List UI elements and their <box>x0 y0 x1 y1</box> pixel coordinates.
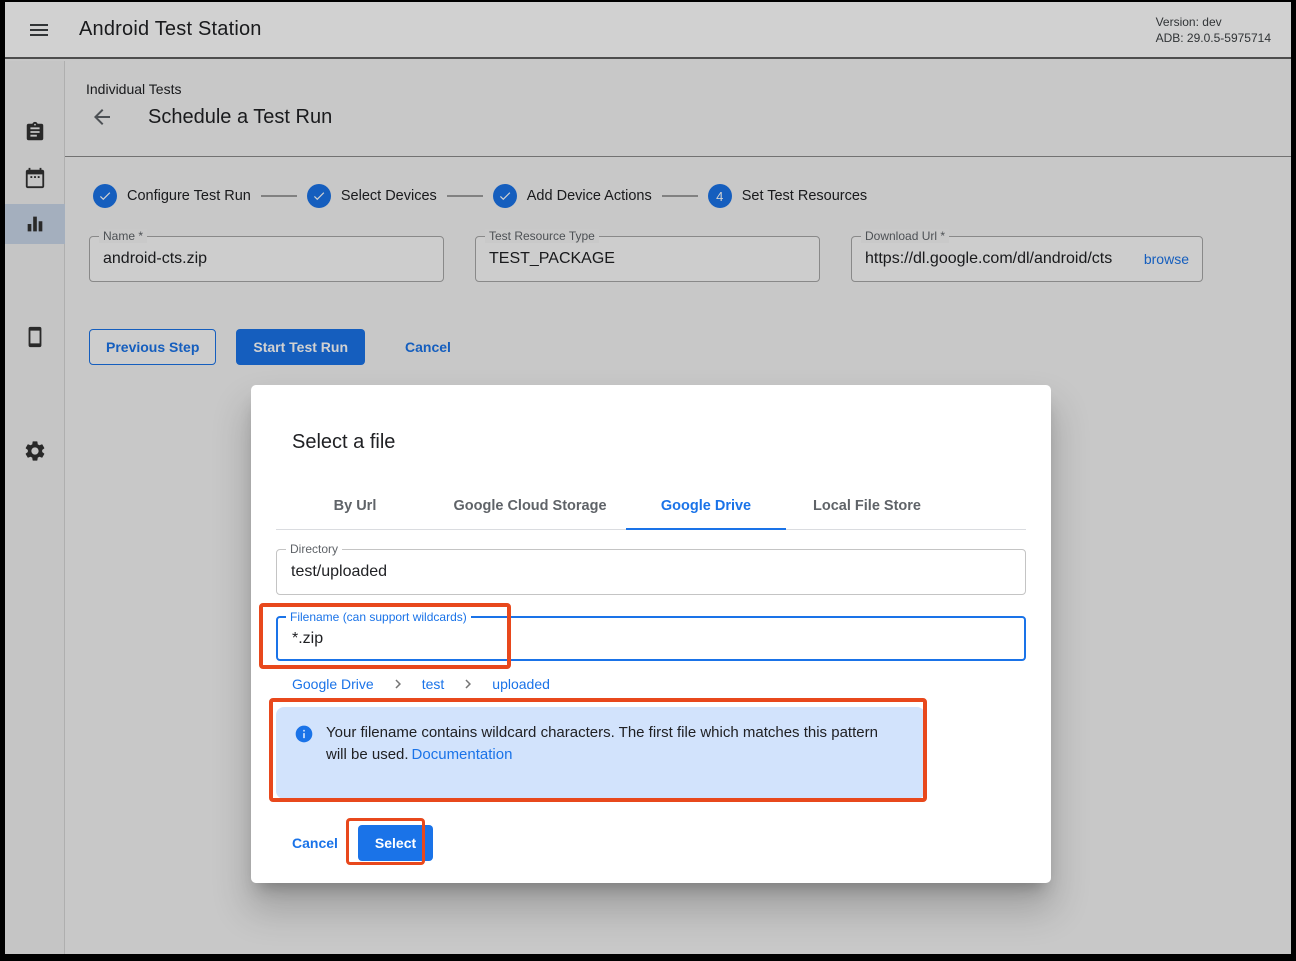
tab-google-drive[interactable]: Google Drive <box>626 482 786 529</box>
dialog-actions: Cancel Select <box>280 825 1051 861</box>
filename-field[interactable]: Filename (can support wildcards) *.zip <box>276 616 1026 661</box>
breadcrumb-uploaded[interactable]: uploaded <box>492 676 550 692</box>
directory-field-label: Directory <box>286 542 342 556</box>
dialog-select-button[interactable]: Select <box>358 825 433 861</box>
breadcrumb-google-drive[interactable]: Google Drive <box>292 676 374 692</box>
chevron-right-icon <box>459 675 477 693</box>
alert-text: Your filename contains wildcard characte… <box>326 722 891 766</box>
tab-google-cloud-storage[interactable]: Google Cloud Storage <box>434 482 626 529</box>
dialog-title: Select a file <box>292 430 1051 454</box>
app-window: Android Test Station Version: dev ADB: 2… <box>0 0 1296 961</box>
wildcard-info-alert: Your filename contains wildcard characte… <box>276 707 925 799</box>
filename-field-value: *.zip <box>292 630 323 648</box>
filename-field-label: Filename (can support wildcards) <box>286 610 471 624</box>
directory-field[interactable]: Directory test/uploaded <box>276 549 1026 595</box>
documentation-link[interactable]: Documentation <box>412 746 513 763</box>
dialog-tabs: By Url Google Cloud Storage Google Drive… <box>276 482 1026 530</box>
chevron-right-icon <box>389 675 407 693</box>
info-icon <box>294 724 314 749</box>
dialog-cancel-button[interactable]: Cancel <box>280 825 350 861</box>
alert-message: Your filename contains wildcard characte… <box>326 724 878 763</box>
breadcrumb-test[interactable]: test <box>422 676 445 692</box>
select-file-dialog: Select a file By Url Google Cloud Storag… <box>251 385 1051 883</box>
drive-breadcrumb: Google Drive test uploaded <box>292 674 1051 694</box>
directory-field-value: test/uploaded <box>291 563 387 581</box>
tab-local-file-store[interactable]: Local File Store <box>786 482 948 529</box>
tab-by-url[interactable]: By Url <box>276 482 434 529</box>
